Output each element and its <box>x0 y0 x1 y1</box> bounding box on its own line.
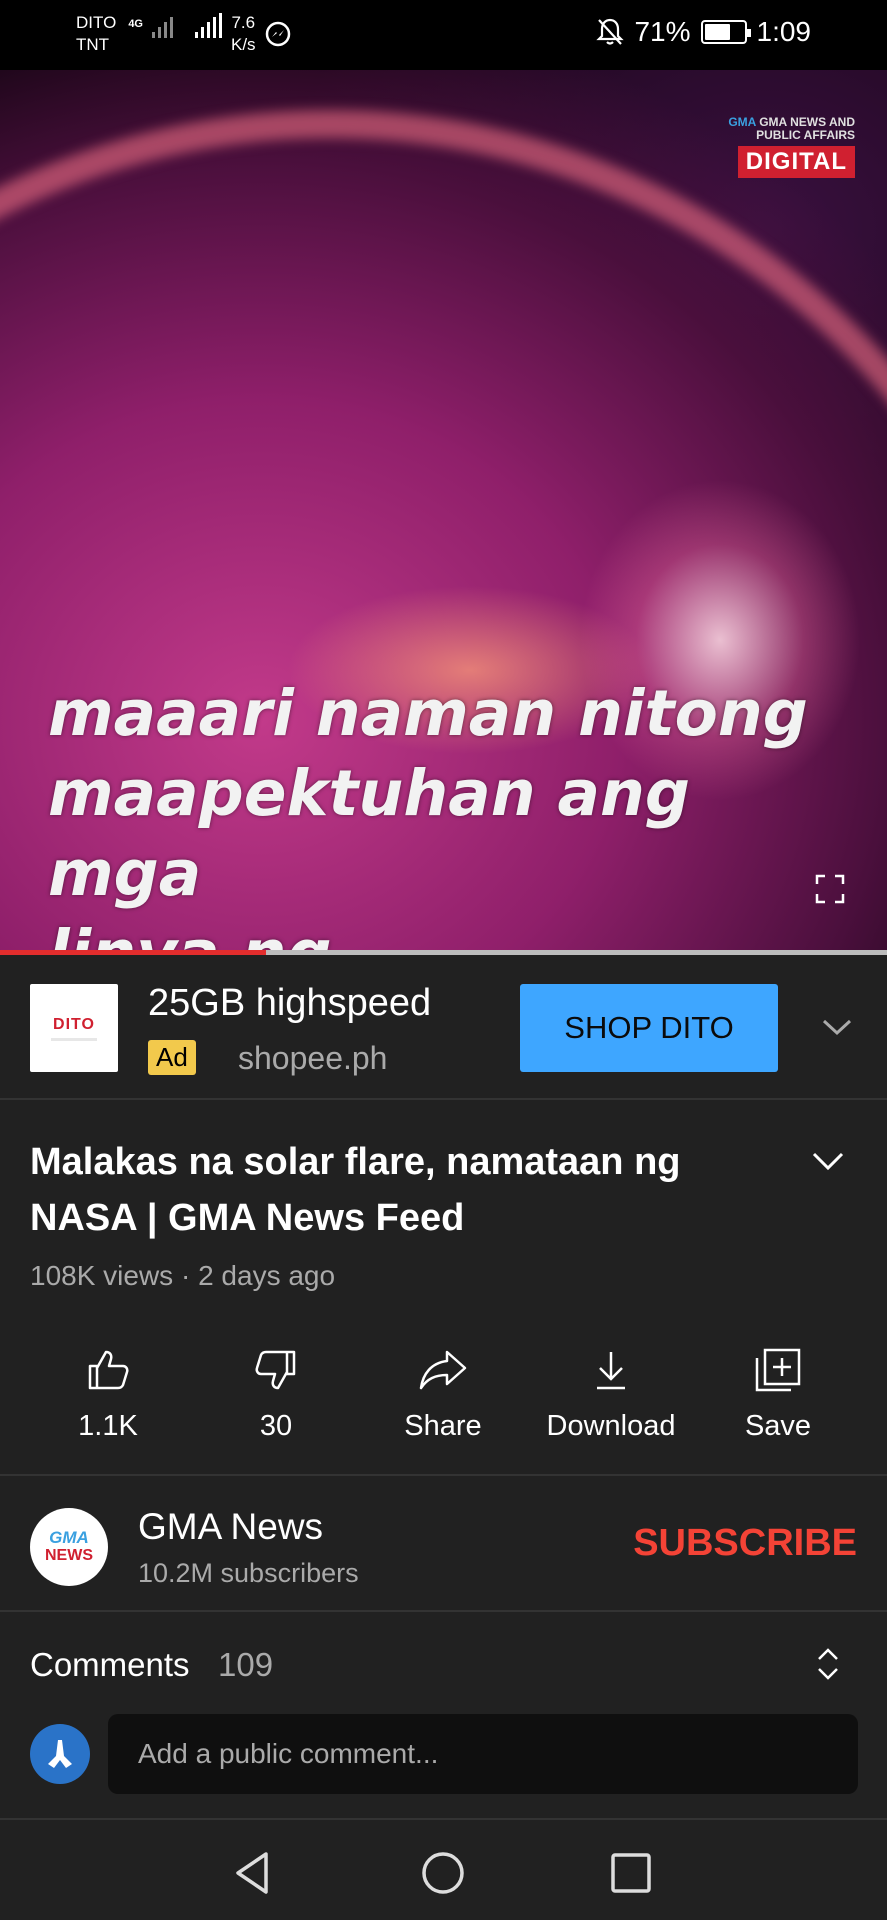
thumbs-down-icon <box>255 1350 296 1390</box>
share-icon <box>419 1350 467 1390</box>
battery-percent: 71% <box>634 16 691 47</box>
status-right: 71% 1:09 <box>596 16 811 48</box>
shop-dito-button[interactable]: SHOP DITO <box>520 984 778 1072</box>
ad-domain: shopee.ph <box>238 1040 388 1076</box>
download-button[interactable]: Download <box>531 1336 691 1443</box>
ad-logo-text: DITO <box>53 1015 95 1033</box>
speed-value: 7.6 <box>231 13 256 32</box>
network-speed: 7.6 K/s <box>231 12 256 56</box>
channel-watermark: GMA GMA NEWS AND PUBLIC AFFAIRS DIGITAL <box>707 116 855 178</box>
ad-logo[interactable]: DITO <box>30 984 118 1072</box>
ad-badge: Ad <box>148 1040 196 1075</box>
save-playlist-icon <box>755 1348 801 1392</box>
video-actions: 1.1K 30 Share Download Save <box>0 1336 887 1476</box>
share-button[interactable]: Share <box>363 1336 523 1443</box>
user-avatar[interactable] <box>30 1724 90 1784</box>
carrier-names: DITO TNT <box>76 12 116 56</box>
add-comment-input[interactable] <box>108 1714 858 1794</box>
download-icon <box>597 1352 625 1390</box>
speed-unit: K/s <box>231 35 256 54</box>
dislike-label: 30 <box>259 1410 293 1442</box>
status-left: DITO TNT 4G 7.6 K/s <box>76 12 292 56</box>
signal-icon-2 <box>195 13 222 38</box>
save-button[interactable]: Save <box>698 1336 858 1443</box>
recents-icon[interactable] <box>604 1846 658 1900</box>
caption-line: linya ng komunikasyon. <box>48 914 808 952</box>
ad-banner[interactable]: DITO 25GB highspeed Ad shopee.ph SHOP DI… <box>0 958 887 1100</box>
video-meta: 108K views · 2 days ago <box>30 1260 336 1291</box>
caption-line: maapektuhan ang mga <box>48 757 690 910</box>
subscribe-button[interactable]: SUBSCRIBE <box>633 1522 857 1565</box>
channel-avatar[interactable]: GMA NEWS <box>30 1508 108 1586</box>
comments-label: Comments <box>30 1646 190 1683</box>
battery-icon <box>700 20 751 44</box>
messenger-icon <box>265 21 290 47</box>
video-player[interactable]: GMA GMA NEWS AND PUBLIC AFFAIRS DIGITAL … <box>0 70 887 952</box>
battery-tip <box>746 29 751 37</box>
ad-logo-underline <box>51 1037 97 1041</box>
expand-description-icon[interactable] <box>810 1148 846 1174</box>
system-nav-bar <box>0 1822 887 1920</box>
dislike-button[interactable]: 30 <box>196 1336 356 1443</box>
watermark-digital: DIGITAL <box>737 146 855 178</box>
status-bar: DITO TNT 4G 7.6 K/s 71% 1:09 <box>0 0 887 70</box>
save-label: Save <box>744 1410 812 1442</box>
thumbs-up-icon <box>88 1350 129 1390</box>
carrier-1: DITO <box>76 13 117 32</box>
download-label: Download <box>546 1410 676 1442</box>
network-type: 4G <box>128 18 143 30</box>
fullscreen-icon[interactable] <box>815 874 845 904</box>
watermark-line2: PUBLIC AFFAIRS <box>756 128 855 142</box>
avatar-gma: GMA <box>49 1528 89 1547</box>
clock: 1:09 <box>756 16 812 47</box>
avatar-news: NEWS <box>45 1547 93 1564</box>
signal-icon <box>152 17 173 38</box>
praying-hands-icon <box>48 1740 72 1768</box>
chevron-down-icon[interactable] <box>820 1014 854 1040</box>
video-progress-fill <box>0 950 267 955</box>
share-label: Share <box>404 1410 482 1442</box>
video-caption: maaari naman nitong maapektuhan ang mga … <box>48 674 808 952</box>
like-button[interactable]: 1.1K <box>28 1336 188 1443</box>
comments-section[interactable]: Comments 109 <box>0 1614 887 1820</box>
back-icon[interactable] <box>226 1846 280 1900</box>
channel-subscribers: 10.2M subscribers <box>138 1558 359 1588</box>
home-icon[interactable] <box>416 1846 470 1900</box>
video-progress-bar[interactable] <box>0 950 887 955</box>
battery-level <box>704 24 731 40</box>
like-count: 1.1K <box>78 1410 138 1442</box>
channel-name[interactable]: GMA News <box>138 1506 323 1548</box>
carrier-2: TNT <box>76 35 110 54</box>
bell-off-icon <box>596 18 625 45</box>
caption-line: maaari naman nitong <box>48 677 808 750</box>
comments-count: 109 <box>218 1646 274 1683</box>
watermark-text1: GMA NEWS AND <box>759 115 855 129</box>
expand-comments-icon[interactable] <box>814 1644 842 1684</box>
channel-row[interactable]: GMA NEWS GMA News 10.2M subscribers SUBS… <box>0 1478 887 1612</box>
video-title[interactable]: Malakas na solar flare, namataan ng NASA… <box>30 1134 790 1246</box>
ad-title[interactable]: 25GB highspeed <box>148 982 431 1025</box>
